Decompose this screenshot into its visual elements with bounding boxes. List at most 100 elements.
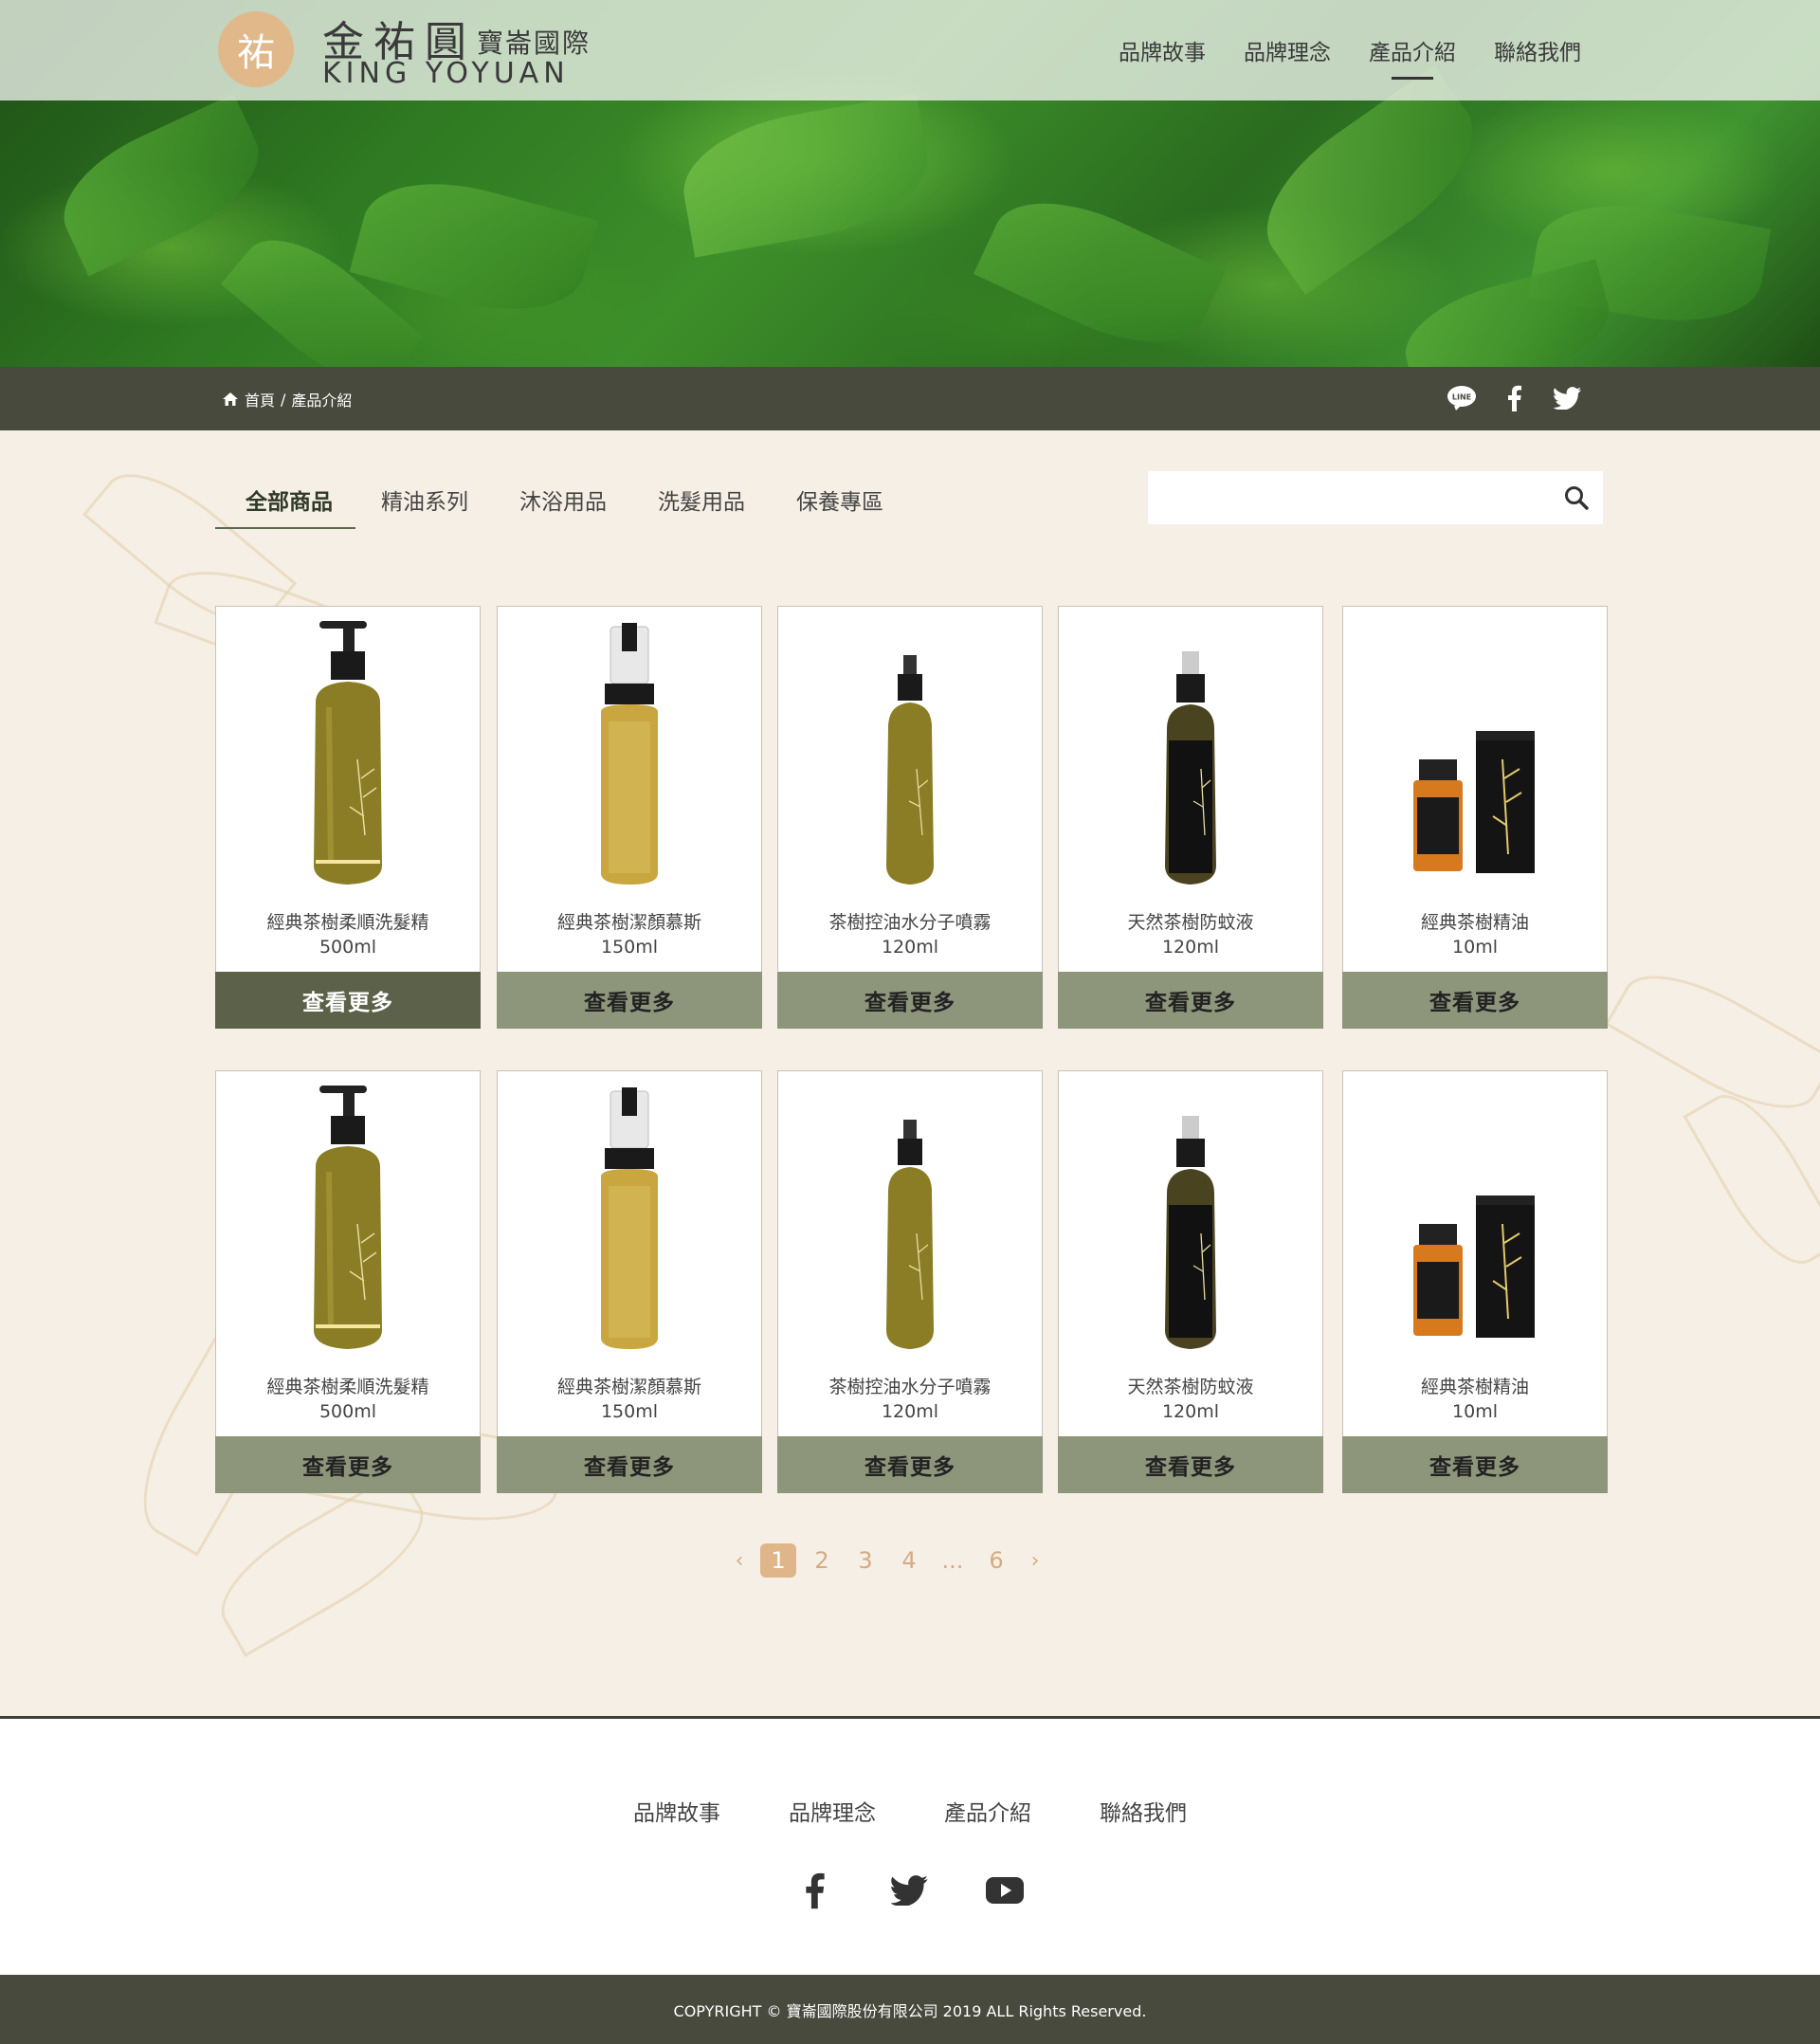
view-more-button[interactable]: 查看更多 bbox=[497, 972, 762, 1029]
product-volume: 120ml bbox=[1161, 937, 1220, 958]
view-more-button[interactable]: 查看更多 bbox=[777, 972, 1043, 1029]
product-image[interactable] bbox=[1059, 1071, 1322, 1367]
product-volume: 500ml bbox=[318, 937, 377, 958]
nav-item-brand-philosophy[interactable]: 品牌理念 bbox=[1244, 34, 1331, 74]
product-image[interactable] bbox=[216, 1071, 480, 1367]
product-card[interactable]: 經典茶樹潔顏慕斯 150ml 查看更多 bbox=[497, 1070, 762, 1493]
page-ellipsis: ... bbox=[941, 1547, 964, 1574]
view-more-button[interactable]: 查看更多 bbox=[1342, 972, 1608, 1029]
footer-nav-brand-story[interactable]: 品牌故事 bbox=[633, 1795, 720, 1827]
product-name[interactable]: 茶樹控油水分子噴霧 bbox=[778, 1373, 1042, 1398]
view-more-button[interactable]: 查看更多 bbox=[497, 1436, 762, 1493]
twitter-icon[interactable] bbox=[890, 1871, 930, 1910]
product-volume: 120ml bbox=[881, 937, 939, 958]
prev-page-button[interactable]: ‹ bbox=[722, 1549, 756, 1573]
search-input[interactable] bbox=[1148, 471, 1546, 524]
svg-text:LINE: LINE bbox=[1452, 393, 1471, 402]
view-more-button[interactable]: 查看更多 bbox=[1058, 972, 1323, 1029]
footer-nav-brand-philosophy[interactable]: 品牌理念 bbox=[789, 1795, 876, 1827]
product-card[interactable]: 經典茶樹精油 10ml 查看更多 bbox=[1342, 1070, 1608, 1493]
search-icon[interactable] bbox=[1563, 484, 1590, 511]
product-card[interactable]: 經典茶樹精油 10ml 查看更多 bbox=[1342, 606, 1608, 1029]
header: 祐 金祐圓 寶崙國際 KING YOYUAN 品牌故事 品牌理念 產品介紹 聯絡… bbox=[0, 0, 1820, 100]
main-nav: 品牌故事 品牌理念 產品介紹 聯絡我們 bbox=[1119, 34, 1581, 80]
product-name[interactable]: 茶樹控油水分子噴霧 bbox=[778, 908, 1042, 934]
breadcrumb-bar: 首頁 / 產品介紹 LINE bbox=[0, 367, 1820, 430]
product-card[interactable]: 經典茶樹柔順洗髮精 500ml 查看更多 bbox=[215, 606, 481, 1029]
product-card[interactable]: 經典茶樹柔順洗髮精 500ml 查看更多 bbox=[215, 1070, 481, 1493]
product-volume: 120ml bbox=[1161, 1401, 1220, 1422]
product-image[interactable] bbox=[778, 1071, 1042, 1367]
hero-banner: 祐 金祐圓 寶崙國際 KING YOYUAN 品牌故事 品牌理念 產品介紹 聯絡… bbox=[0, 0, 1820, 367]
nav-item-products[interactable]: 產品介紹 bbox=[1369, 34, 1456, 80]
page-number[interactable]: 1 bbox=[760, 1543, 796, 1578]
product-image[interactable] bbox=[216, 607, 480, 903]
product-volume: 150ml bbox=[600, 1401, 659, 1422]
product-card[interactable]: 天然茶樹防蚊液 120ml 查看更多 bbox=[1058, 606, 1323, 1029]
breadcrumb-home[interactable]: 首頁 bbox=[245, 388, 275, 411]
breadcrumb-separator: / bbox=[281, 390, 286, 409]
product-image[interactable] bbox=[498, 607, 761, 903]
page-number[interactable]: 4 bbox=[887, 1547, 931, 1574]
product-image[interactable] bbox=[1343, 607, 1607, 903]
social-links-top: LINE bbox=[1447, 384, 1583, 412]
nav-item-contact[interactable]: 聯絡我們 bbox=[1494, 34, 1581, 74]
line-icon[interactable]: LINE bbox=[1447, 384, 1477, 412]
page-number[interactable]: 3 bbox=[844, 1547, 887, 1574]
category-tabs: 全部商品 精油系列 沐浴用品 洗髮用品 保養專區 bbox=[215, 484, 909, 529]
tab-all-products[interactable]: 全部商品 bbox=[215, 484, 355, 529]
facebook-icon[interactable] bbox=[795, 1871, 835, 1910]
nav-item-brand-story[interactable]: 品牌故事 bbox=[1119, 34, 1206, 74]
brand-name-cn-sub: 寶崙國際 bbox=[477, 27, 592, 59]
tab-bath[interactable]: 沐浴用品 bbox=[494, 484, 632, 529]
view-more-button[interactable]: 查看更多 bbox=[777, 1436, 1043, 1493]
page-number[interactable]: 2 bbox=[800, 1547, 844, 1574]
product-image[interactable] bbox=[1059, 607, 1322, 903]
main-content: 全部商品 精油系列 沐浴用品 洗髮用品 保養專區 經典茶樹柔順洗髮精 500ml 查… bbox=[0, 430, 1820, 1716]
view-more-button[interactable]: 查看更多 bbox=[215, 972, 481, 1029]
twitter-icon[interactable] bbox=[1553, 384, 1583, 412]
product-name[interactable]: 經典茶樹柔順洗髮精 bbox=[216, 908, 480, 934]
breadcrumb-current: 產品介紹 bbox=[291, 392, 353, 410]
copyright: COPYRIGHT © 寶崙國際股份有限公司 2019 ALL Rights R… bbox=[0, 1975, 1820, 2044]
footer-social bbox=[0, 1871, 1820, 1910]
product-name[interactable]: 經典茶樹柔順洗髮精 bbox=[216, 1373, 480, 1398]
product-name[interactable]: 經典茶樹精油 bbox=[1343, 1373, 1607, 1398]
breadcrumb: 首頁 / 產品介紹 bbox=[222, 388, 352, 411]
product-volume: 150ml bbox=[600, 937, 659, 958]
product-name[interactable]: 天然茶樹防蚊液 bbox=[1059, 1373, 1322, 1398]
product-image[interactable] bbox=[498, 1071, 761, 1367]
youtube-icon[interactable] bbox=[985, 1871, 1025, 1910]
page-number[interactable]: 6 bbox=[974, 1547, 1018, 1574]
product-image[interactable] bbox=[778, 607, 1042, 903]
logo-icon[interactable]: 祐 bbox=[218, 11, 294, 87]
product-card[interactable]: 茶樹控油水分子噴霧 120ml 查看更多 bbox=[777, 606, 1043, 1029]
view-more-button[interactable]: 查看更多 bbox=[215, 1436, 481, 1493]
product-volume: 120ml bbox=[881, 1401, 939, 1422]
footer: 品牌故事 品牌理念 產品介紹 聯絡我們 bbox=[0, 1716, 1820, 1975]
search-box bbox=[1148, 471, 1603, 524]
product-card[interactable]: 茶樹控油水分子噴霧 120ml 查看更多 bbox=[777, 1070, 1043, 1493]
brand-name-en: KING YOYUAN bbox=[322, 57, 570, 90]
product-card[interactable]: 經典茶樹潔顏慕斯 150ml 查看更多 bbox=[497, 606, 762, 1029]
tab-essential-oils[interactable]: 精油系列 bbox=[355, 484, 494, 529]
product-name[interactable]: 經典茶樹潔顏慕斯 bbox=[498, 1373, 761, 1398]
product-name[interactable]: 經典茶樹潔顏慕斯 bbox=[498, 908, 761, 934]
footer-nav-contact[interactable]: 聯絡我們 bbox=[1100, 1795, 1187, 1827]
product-image[interactable] bbox=[1343, 1071, 1607, 1367]
view-more-button[interactable]: 查看更多 bbox=[1342, 1436, 1608, 1493]
pagination: ‹ 1 2 3 4... 6 › bbox=[722, 1543, 1052, 1578]
tab-skincare[interactable]: 保養專區 bbox=[771, 484, 909, 529]
product-card[interactable]: 天然茶樹防蚊液 120ml 查看更多 bbox=[1058, 1070, 1323, 1493]
product-volume: 500ml bbox=[318, 1401, 377, 1422]
product-volume: 10ml bbox=[1452, 937, 1498, 958]
tab-hair[interactable]: 洗髮用品 bbox=[632, 484, 771, 529]
footer-nav-products[interactable]: 產品介紹 bbox=[944, 1795, 1031, 1827]
product-name[interactable]: 經典茶樹精油 bbox=[1343, 908, 1607, 934]
product-name[interactable]: 天然茶樹防蚊液 bbox=[1059, 908, 1322, 934]
view-more-button[interactable]: 查看更多 bbox=[1058, 1436, 1323, 1493]
footer-nav: 品牌故事 品牌理念 產品介紹 聯絡我們 bbox=[0, 1795, 1820, 1827]
facebook-icon[interactable] bbox=[1500, 384, 1530, 412]
next-page-button[interactable]: › bbox=[1018, 1549, 1052, 1573]
home-icon[interactable] bbox=[222, 392, 239, 407]
